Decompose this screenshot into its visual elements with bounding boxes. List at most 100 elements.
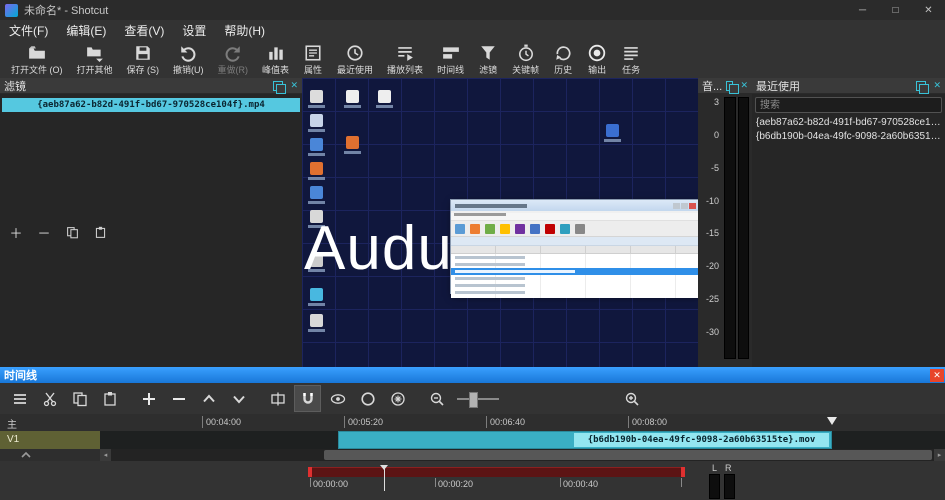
close-button[interactable]: ✕ [912,0,945,20]
append-button[interactable] [135,385,162,412]
window-controls: ─ □ ✕ [846,0,945,20]
maximize-button[interactable]: □ [879,0,912,20]
scroll-right-arrow[interactable]: ▸ [934,449,945,461]
timeline-menu-button[interactable] [6,385,33,412]
shotcut-window: 未命名* - Shotcut ─ □ ✕ 文件(F) 编辑(E) 查看(V) 设… [0,0,945,500]
track-collapse-chevron-icon[interactable] [20,450,32,460]
redo-icon [223,44,243,62]
zoom-out-button[interactable] [423,385,450,412]
menu-settings[interactable]: 设置 [173,20,215,41]
snap-toggle-button[interactable] [294,385,321,412]
export-icon [587,44,607,62]
zoom-slider[interactable] [455,387,501,411]
menu-file[interactable]: 文件(F) [0,20,57,41]
keyframes-icon [516,44,536,62]
close-panel-icon[interactable]: ✕ [933,81,941,90]
cut-button[interactable] [36,385,63,412]
peak-meter-button[interactable]: 峰值表 [255,43,296,77]
minimize-button[interactable]: ─ [846,0,879,20]
split-button[interactable] [264,385,291,412]
ripple-delete-button[interactable] [165,385,192,412]
playlist-icon [395,44,415,62]
bottom-strip: 00:00:00 00:00:20 00:00:40 L R [0,461,945,500]
open-file-button[interactable]: 打开文件 (O) [4,43,70,77]
remove-filter-button[interactable]: － [35,224,53,240]
float-panel-icon[interactable] [916,81,926,91]
recent-panel-header: 最近使用 ✕ [752,78,945,94]
overwrite-button[interactable] [225,385,252,412]
keyframes-button[interactable]: 关键帧 [505,43,546,77]
playhead-marker[interactable] [827,417,837,425]
properties-button[interactable]: 属性 [296,43,330,77]
timeline-panel-header: 时间线 ✕ [0,367,945,383]
db-tick: -5 [711,163,719,173]
copy-button[interactable] [66,385,93,412]
menu-view[interactable]: 查看(V) [115,20,173,41]
scrub-while-dragging-button[interactable] [324,385,351,412]
shotcut-logo-icon [5,4,18,17]
float-panel-icon[interactable] [273,81,283,91]
timeline-close-icon[interactable]: ✕ [930,369,944,382]
export-button[interactable]: 输出 [580,43,614,77]
track-head-v1[interactable]: V1 [0,431,100,449]
paste-button[interactable] [96,385,123,412]
scroll-left-arrow[interactable]: ◂ [100,449,111,461]
preview-overlay-text: Audu [304,218,453,280]
add-filter-button[interactable]: ＋ [7,224,25,240]
paste-filters-button[interactable] [91,224,109,240]
history-button[interactable]: 历史 [546,43,580,77]
timeline-button[interactable]: 时间线 [430,43,471,77]
lift-button[interactable] [195,385,222,412]
audio-meter-panel: 音... ✕ 3 0 -5 -10 -15 -20 -25 -30 [698,78,753,367]
timeline-clip[interactable]: {b6db190b-04ea-49fc-9098-2a60b63515te}.m… [338,431,832,449]
ripple-toggle-button[interactable] [354,385,381,412]
menu-edit[interactable]: 编辑(E) [57,20,115,41]
open-other-button[interactable]: 打开其他 [70,43,120,77]
preview-window-titlebar [451,200,698,211]
player-playhead-line[interactable] [384,465,385,491]
db-tick: 0 [714,130,719,140]
zoom-slider-thumb[interactable] [469,392,478,408]
filters-selected-clip[interactable]: {aeb87a62-b82d-491f-bd67-970528ce104f}.m… [2,98,300,112]
db-tick: -10 [706,196,719,206]
playlist-button[interactable]: 播放列表 [380,43,430,77]
timeline-ruler[interactable]: 00:04:00 00:05:20 00:06:40 00:08:00 [100,414,945,431]
master-track-label[interactable]: 主 [0,414,100,431]
channel-left-label: L [712,463,717,473]
undo-button[interactable]: 撤销(U) [166,43,211,77]
preview-window-toolbar [451,221,698,237]
db-tick: -20 [706,261,719,271]
timeline-icon [441,44,461,62]
meter-bar-right [738,97,750,359]
filters-button[interactable]: 滤镜 [471,43,505,77]
recent-button[interactable]: 最近使用 [330,43,380,77]
close-panel-icon[interactable]: ✕ [740,81,748,90]
properties-icon [303,44,323,62]
timeline-scrollbar[interactable]: ◂ ▸ [100,449,945,461]
redo-button[interactable]: 重做(R) [211,43,256,77]
preview-window-addressbar [451,237,698,246]
zoom-in-button[interactable] [618,385,645,412]
preview-desktop-icon [346,136,359,149]
preview-desktop-icon [310,186,323,199]
copy-filters-button[interactable] [63,224,81,240]
trim-bar[interactable] [308,467,685,477]
trim-out-handle[interactable] [681,467,685,477]
db-tick: -15 [706,228,719,238]
trim-in-handle[interactable] [308,467,312,477]
preview-window-column-headers [451,246,698,254]
ruler-tick-label: 00:05:20 [344,416,383,428]
recent-item[interactable]: {b6db190b-04ea-49fc-9098-2a60b6351… [752,129,945,143]
recent-search-input[interactable] [755,97,942,113]
ripple-all-toggle-button[interactable] [384,385,411,412]
video-preview: Audu [302,78,698,367]
float-panel-icon[interactable] [726,81,733,91]
close-panel-icon[interactable]: ✕ [290,81,298,90]
scrollbar-thumb[interactable] [324,450,932,460]
recent-item[interactable]: {aeb87a62-b82d-491f-bd67-970528ce1… [752,115,945,129]
menu-help[interactable]: 帮助(H) [215,20,274,41]
save-button[interactable]: 保存 (S) [120,43,167,77]
track-lane-v1[interactable]: {b6db190b-04ea-49fc-9098-2a60b63515te}.m… [100,431,945,449]
open-file-icon [27,44,47,62]
jobs-button[interactable]: 任务 [614,43,648,77]
